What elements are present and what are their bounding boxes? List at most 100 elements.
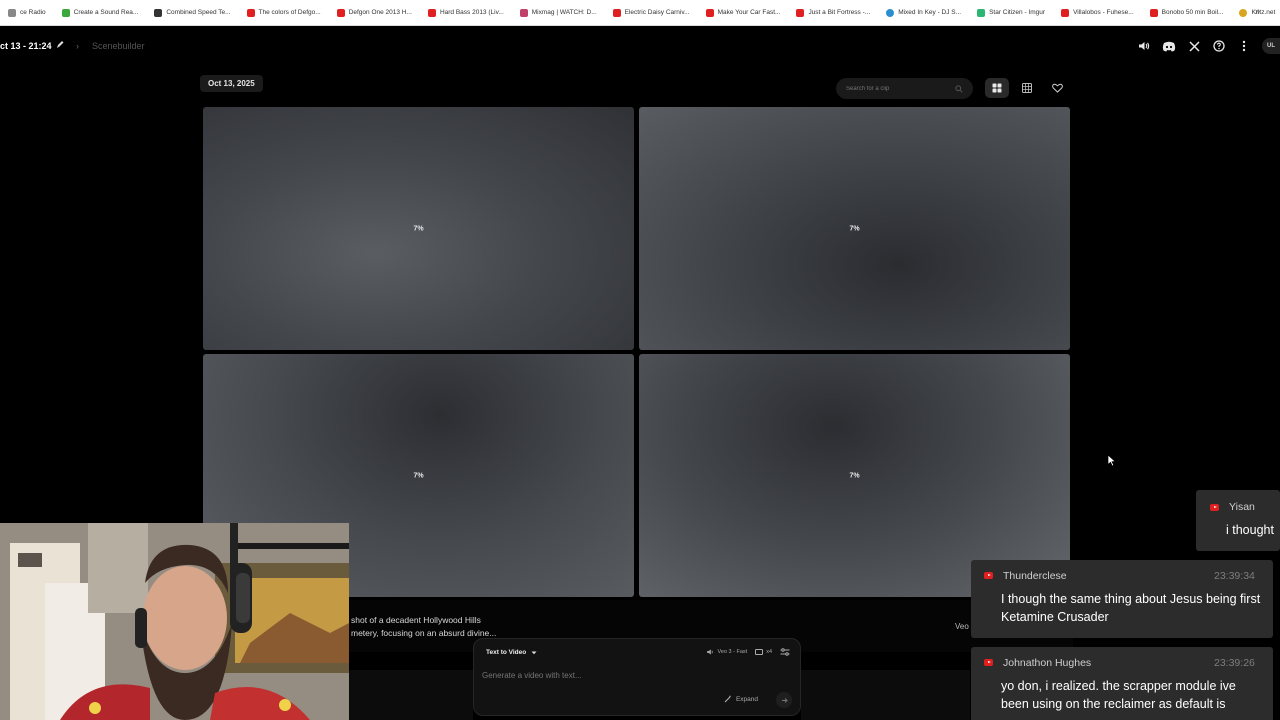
bookmark-label: Defgon One 2013 H... <box>348 9 412 16</box>
mode-label: Text to Video <box>486 649 527 656</box>
bookmark-item[interactable]: The colors of Defgo... <box>239 0 329 25</box>
user-avatar[interactable]: UL <box>1262 38 1280 54</box>
progress-label: 7% <box>413 225 424 232</box>
speaker-icon <box>706 649 713 655</box>
pencil-icon[interactable] <box>55 39 65 51</box>
next-row-preview <box>801 670 970 720</box>
bookmark-item[interactable]: Star Citizen - Imgur <box>969 0 1053 25</box>
bookmark-item[interactable]: Create a Sound Rea... <box>54 0 147 25</box>
prompt-caption-line: metery, focusing on an absurd divine... <box>351 628 497 638</box>
bookmark-label: Mixed In Key - DJ S... <box>898 9 962 16</box>
heart-icon <box>1051 83 1063 93</box>
bookmark-item[interactable]: Mixmag | WATCH: D... <box>512 0 605 25</box>
chat-message: yo don, i realized. the scrapper module … <box>1001 679 1236 711</box>
model-tag: Veo <box>955 622 969 631</box>
video-frame-icon <box>755 649 764 655</box>
bookmark-item[interactable]: Defgon One 2013 H... <box>329 0 420 25</box>
youtube-icon <box>984 659 993 666</box>
bookmark-favicon-icon <box>61 8 70 17</box>
speaker-icon[interactable] <box>1137 39 1151 53</box>
help-icon[interactable] <box>1212 39 1226 53</box>
youtube-favicon-icon <box>796 8 805 17</box>
bookmark-label: Electric Daisy Carniv... <box>624 9 690 16</box>
grid-3x3-icon <box>1022 83 1032 93</box>
grid-large-view-button[interactable] <box>985 78 1009 98</box>
bookmark-item[interactable]: Villalobos - Fuhese... <box>1053 0 1142 25</box>
bookmark-favicon-icon <box>519 8 528 17</box>
count-label: x4 <box>766 649 772 655</box>
youtube-icon <box>984 572 993 579</box>
model-label: Veo 3 - Fast <box>717 649 748 655</box>
prompt-caption-line: shot of a decadent Hollywood Hills <box>351 615 481 625</box>
progress-label: 7% <box>849 225 860 232</box>
bookmark-favicon-icon <box>8 8 16 17</box>
chat-timestamp: 23:39:34 <box>1214 570 1255 582</box>
bookmark-item[interactable]: Electric Daisy Carniv... <box>605 0 698 25</box>
bookmark-label: Just a Bit Fortress -... <box>808 9 871 16</box>
prompt-composer: Text to Video Veo 3 - Fast x4 Expand <box>473 638 801 716</box>
bookmark-item[interactable]: ce Radio <box>0 0 54 25</box>
search-input[interactable] <box>846 85 946 92</box>
wand-icon <box>724 695 731 703</box>
bookmark-item[interactable]: Just a Bit Fortress -... <box>788 0 878 25</box>
youtube-favicon-icon <box>1061 8 1070 17</box>
send-button[interactable] <box>776 692 792 708</box>
chat-message-card: Yisan i thought <box>1196 490 1280 551</box>
more-vertical-icon[interactable] <box>1237 39 1251 53</box>
youtube-favicon-icon <box>246 8 255 17</box>
youtube-icon <box>1210 504 1219 511</box>
chat-author: Thunderclese <box>1003 570 1067 582</box>
prompt-input[interactable] <box>482 671 782 680</box>
bookmark-label: Make Your Car Fast... <box>717 9 781 16</box>
youtube-favicon-icon <box>427 8 436 17</box>
chat-timestamp: 23:39:26 <box>1214 657 1255 669</box>
bookmark-item[interactable]: Mixed In Key - DJ S... <box>878 0 969 25</box>
sliders-icon[interactable] <box>780 648 790 656</box>
project-title[interactable]: ct 13 - 21:24 <box>0 41 52 51</box>
header-actions: UL <box>1137 38 1280 54</box>
model-selector[interactable]: Veo 3 - Fast <box>706 648 748 656</box>
grid-small-view-button[interactable] <box>1015 78 1039 98</box>
expand-label: Expand <box>735 695 758 703</box>
arrow-right-icon <box>781 697 788 703</box>
bookmark-label: Bonobo 50 min Boil... <box>1161 9 1224 16</box>
clip-tile[interactable]: 7% <box>639 107 1070 350</box>
bookmark-label: Hard Bass 2013 (Liv... <box>439 9 504 16</box>
bookmark-favicon-icon <box>154 8 163 17</box>
bookmarks-bar: ce Radio Create a Sound Rea... Combined … <box>0 0 1280 26</box>
bookmark-item[interactable]: Make Your Car Fast... <box>698 0 789 25</box>
more-bookmarks-button[interactable]: » <box>1255 6 1260 16</box>
bookmark-label: Combined Speed Te... <box>166 9 231 16</box>
breadcrumb[interactable]: Scenebuilder <box>92 41 145 51</box>
expand-button[interactable]: Expand <box>724 695 758 703</box>
bookmark-favicon-icon <box>886 8 895 17</box>
bookmark-item[interactable]: Combined Speed Te... <box>146 0 238 25</box>
chat-author: Johnathon Hughes <box>1003 657 1092 669</box>
bookmark-favicon-icon <box>977 8 986 17</box>
bookmark-label: The colors of Defgo... <box>258 9 321 16</box>
bookmark-label: Villalobos - Fuhese... <box>1073 9 1134 16</box>
progress-label: 7% <box>849 472 860 479</box>
bookmark-item[interactable]: Hard Bass 2013 (Liv... <box>420 0 512 25</box>
chat-message: I though the same thing about Jesus bein… <box>1001 592 1261 624</box>
chat-message-card: Johnathon Hughes 23:39:26 yo don, i real… <box>971 647 1273 720</box>
date-group-label: Oct 13, 2025 <box>200 75 263 92</box>
chevron-down-icon <box>531 651 537 654</box>
grid-2x2-icon <box>992 83 1002 93</box>
bookmark-item[interactable]: Bonobo 50 min Boil... <box>1142 0 1232 25</box>
view-toggles <box>985 78 1069 98</box>
bookmark-label: Create a Sound Rea... <box>73 9 139 16</box>
progress-label: 7% <box>413 472 424 479</box>
youtube-favicon-icon <box>705 8 714 17</box>
clip-tile[interactable]: 7% <box>203 107 634 350</box>
output-count-selector[interactable]: x4 <box>755 649 772 655</box>
favorites-button[interactable] <box>1045 78 1069 98</box>
mode-dropdown[interactable]: Text to Video <box>486 649 537 656</box>
chevron-right-icon: › <box>76 41 79 51</box>
search-icon <box>955 84 963 93</box>
x-logo-icon[interactable] <box>1187 39 1201 53</box>
discord-icon[interactable] <box>1162 39 1176 53</box>
webcam-overlay <box>0 523 349 720</box>
clip-search[interactable] <box>836 78 973 99</box>
youtube-favicon-icon <box>1149 8 1158 17</box>
